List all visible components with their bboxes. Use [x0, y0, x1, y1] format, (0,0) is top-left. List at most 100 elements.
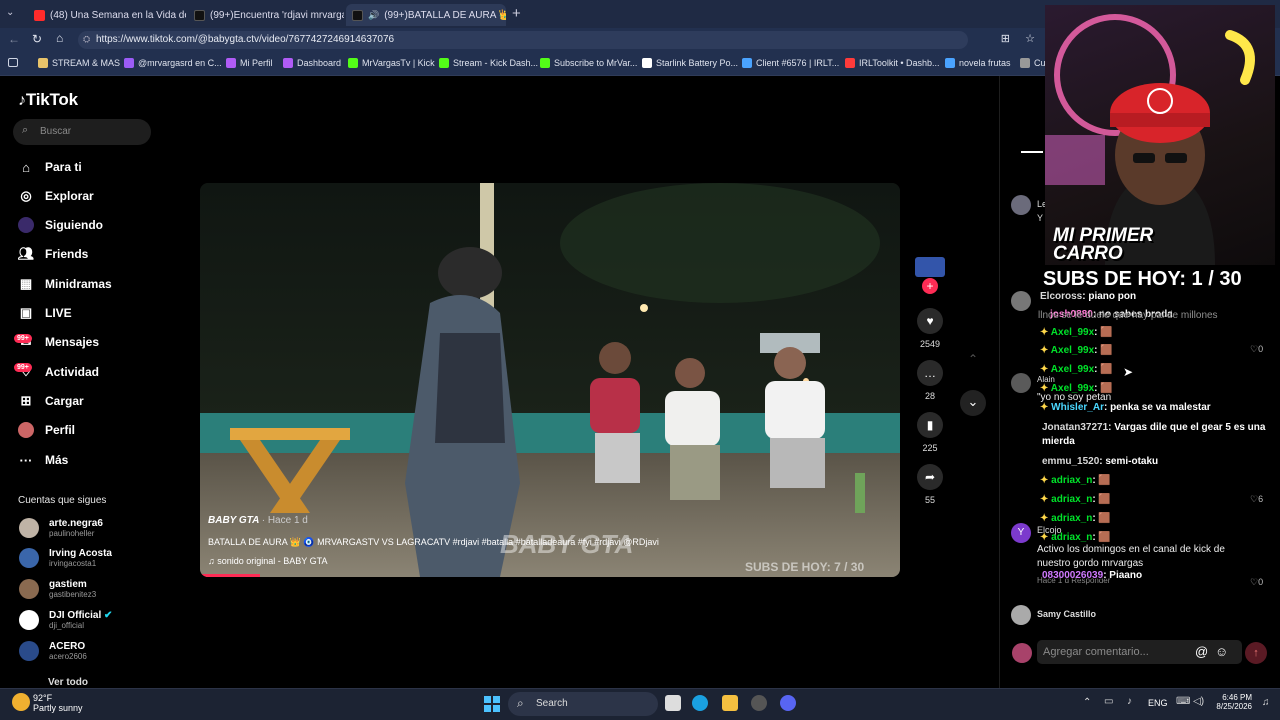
chat-message: 08300026039: Piaano [1042, 570, 1142, 581]
url-text: https://www.tiktok.com/@babygta.ctv/vide… [96, 34, 395, 45]
site-info-icon[interactable]: ⛭ [83, 34, 90, 45]
obs-icon[interactable] [751, 695, 767, 711]
new-tab-icon[interactable]: + [512, 5, 521, 22]
avatar[interactable] [1011, 373, 1031, 393]
followed-account[interactable]: DJI Official ✔ dji_official [19, 610, 112, 630]
chat-user: Elcoross [1040, 291, 1083, 302]
comment-icon[interactable]: … [917, 360, 943, 386]
system-clock[interactable]: 6:46 PM 8/25/2026 [1212, 693, 1252, 711]
url-bar[interactable]: ⛭ https://www.tiktok.com/@babygta.ctv/vi… [78, 31, 968, 49]
browser-tab-3-active[interactable]: 🔊 (99+)BATALLA DE AURA 👑 🧿 ( ✕ [346, 4, 506, 26]
nav-siguiendo[interactable]: Siguiendo [18, 217, 103, 233]
comment-like[interactable]: ♡0 [1250, 344, 1263, 355]
comment-like[interactable]: ♡6 [1250, 494, 1263, 505]
taskbar-search[interactable]: ⌕ Search [508, 692, 658, 716]
video-sound[interactable]: ♫ sonido original - BABY GTA [208, 556, 328, 566]
nav-mas[interactable]: ··· Más [18, 452, 69, 468]
bookmark-6[interactable]: Subscribe to MrVar... [540, 58, 637, 68]
comment-like[interactable]: ♡0 [1250, 577, 1263, 588]
weather-widget[interactable]: 92°F Partly sunny [33, 693, 83, 713]
badge-icon: ✦ [1040, 532, 1052, 543]
tray-camera-icon[interactable]: ▭ [1104, 696, 1113, 707]
tiktok-logo[interactable]: ♪TikTok [18, 90, 78, 110]
share-action[interactable]: ➦ 55 [916, 464, 944, 505]
nav-minidramas[interactable]: ▦ Minidramas [18, 276, 112, 292]
nav-cargar[interactable]: ⊞ Cargar [18, 393, 84, 409]
edge-icon[interactable] [692, 695, 708, 711]
nav-perfil[interactable]: Perfil [18, 422, 75, 438]
avatar[interactable] [1011, 605, 1031, 625]
followed-account[interactable]: arte.negra6 paulinoheller [19, 518, 103, 538]
comment-like-count: 0 [1258, 577, 1264, 587]
emoji-icon[interactable]: ☺ [1215, 644, 1228, 659]
site-icon [845, 58, 855, 68]
bookmark-icon[interactable]: ▮ [917, 412, 943, 438]
send-comment-icon[interactable]: ↑ [1245, 642, 1267, 664]
chat-message: ✦ adriax_n: 🟫 [1040, 513, 1111, 524]
heart-icon[interactable]: ♥ [917, 308, 943, 334]
file-explorer-icon[interactable] [722, 695, 738, 711]
comment-author[interactable]: Samy Castillo [1037, 609, 1096, 619]
bookmark-11[interactable]: Cu [1020, 58, 1046, 68]
bookmark-2[interactable]: Mi Perfil [226, 58, 273, 68]
avatar[interactable] [1011, 195, 1031, 215]
bookmark-0[interactable]: STREAM & MAS [38, 58, 120, 68]
creator-avatar[interactable] [915, 257, 945, 277]
save-action[interactable]: ▮ 225 [916, 412, 944, 453]
reading-list-icon[interactable] [8, 58, 18, 67]
search-input[interactable]: ⌕ Buscar [13, 119, 151, 145]
progress-bar[interactable] [200, 574, 260, 577]
reload-icon[interactable]: ↻ [32, 32, 42, 46]
nav-friends[interactable]: 👥︎ Friends [18, 246, 89, 262]
comment-input[interactable]: Agregar comentario... [1037, 640, 1242, 664]
followed-account[interactable]: Irving Acosta irvingacosta1 [19, 548, 112, 568]
followed-account[interactable]: ACERO acero2606 [19, 641, 87, 661]
heart-outline-icon: ♡ [1250, 494, 1259, 504]
nav-explorar[interactable]: ◎ Explorar [18, 188, 93, 204]
home-button-icon[interactable]: ⌂ [56, 31, 63, 45]
weather-icon[interactable] [12, 693, 30, 711]
video-author[interactable]: BABY GTA · Hace 1 d [208, 515, 308, 526]
bookmark-star-icon[interactable]: ☆ [1025, 32, 1035, 45]
nav-para-ti[interactable]: ⌂ Para ti [18, 159, 82, 175]
back-icon[interactable]: ← [8, 32, 20, 46]
volume-icon[interactable]: ◁) [1193, 696, 1204, 707]
bookmark-10[interactable]: novela frutas [945, 58, 1011, 68]
tab-3-label: (99+)BATALLA DE AURA 👑 🧿 ( [384, 9, 506, 21]
avatar[interactable]: Y [1011, 523, 1031, 543]
previous-video-icon[interactable]: ⌃ [962, 348, 984, 370]
comment-action[interactable]: … 28 [916, 360, 944, 401]
browser-tab-1[interactable]: (48) Una Semana en la Vida de M ✕ [28, 4, 186, 26]
bookmark-8[interactable]: Client #6576 | IRLT... [742, 58, 839, 68]
notification-bell-icon[interactable]: ♫ [1262, 697, 1270, 708]
task-view-icon[interactable] [665, 695, 681, 711]
bookmark-3[interactable]: Dashboard [283, 58, 341, 68]
bookmark-5[interactable]: Stream - Kick Dash... [439, 58, 538, 68]
bookmark-7[interactable]: Starlink Battery Po... [642, 58, 738, 68]
video-player[interactable]: BABY GTA · Hace 1 d BATALLA DE AURA 👑 🧿 … [200, 183, 900, 577]
app-install-icon[interactable]: ⊞ [1001, 32, 1010, 45]
followed-account[interactable]: gastiem gastibenitez3 [19, 579, 96, 599]
network-icon[interactable]: ⌨ [1176, 696, 1190, 707]
language-indicator[interactable]: ENG [1148, 698, 1168, 708]
like-action[interactable]: ♥ 2549 [916, 308, 944, 349]
next-video-icon[interactable]: ⌄ [960, 390, 986, 416]
follow-plus-icon[interactable]: + [922, 278, 938, 294]
browser-tab-2[interactable]: (99+)Encuentra 'rdjavi mrvargas' e ✕ [188, 4, 344, 26]
windows-start-icon[interactable] [484, 696, 500, 712]
bookmark-1[interactable]: @mrvargasrd en C... [124, 58, 222, 68]
bookmark-4[interactable]: MrVargasTv | Kick [348, 58, 435, 68]
tray-mic-icon[interactable]: ♪ [1127, 696, 1132, 707]
tiktok-icon [194, 9, 205, 21]
see-all-link[interactable]: Ver todo [48, 677, 88, 688]
discord-icon[interactable] [780, 695, 796, 711]
avatar[interactable] [1011, 291, 1031, 311]
more-icon: ··· [19, 452, 33, 468]
bookmark-9[interactable]: IRLToolkit • Dashb... [845, 58, 940, 68]
nav-live[interactable]: ▣ LIVE [18, 305, 72, 321]
tab-list-chevron-icon[interactable]: ⌄ [6, 7, 14, 18]
share-icon[interactable]: ➦ [917, 464, 943, 490]
tray-chevron-icon[interactable]: ⌃ [1083, 697, 1091, 708]
mention-icon[interactable]: @ [1195, 644, 1208, 659]
chat-message: Jonatan37271: Vargas dile que el gear 5 … [1042, 421, 1276, 449]
